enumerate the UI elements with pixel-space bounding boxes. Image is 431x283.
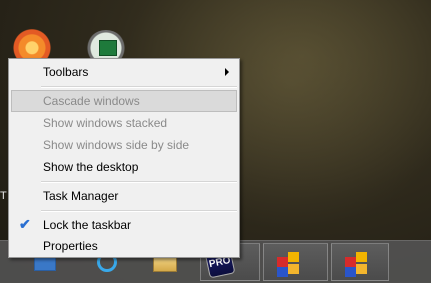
desktop-icon-label: T <box>0 190 7 202</box>
menu-item-label: Show windows stacked <box>43 116 168 130</box>
menu-separator <box>41 210 237 212</box>
menu-item-label: Lock the taskbar <box>43 218 132 232</box>
menu-item-label: Properties <box>43 239 98 253</box>
menu-item-lock-the-taskbar[interactable]: ✔ Lock the taskbar <box>11 214 237 236</box>
submenu-arrow-icon <box>225 68 229 76</box>
office-icon <box>345 252 371 277</box>
office-icon <box>277 252 303 277</box>
menu-item-label: Toolbars <box>43 65 89 79</box>
taskbar-button-office-2[interactable] <box>331 243 389 281</box>
taskbar-context-menu: Toolbars Cascade windows Show windows st… <box>8 58 240 258</box>
menu-item-properties[interactable]: Properties <box>11 235 237 257</box>
menu-item-label: Show the desktop <box>43 160 139 174</box>
menu-item-task-manager[interactable]: Task Manager <box>11 185 237 207</box>
menu-item-label: Show windows side by side <box>43 138 190 152</box>
menu-item-toolbars[interactable]: Toolbars <box>11 61 237 83</box>
taskbar-button-office-1[interactable] <box>263 243 328 281</box>
menu-separator <box>41 181 237 183</box>
menu-separator <box>41 86 237 88</box>
checkmark-icon: ✔ <box>19 216 31 232</box>
menu-item-show-windows-stacked[interactable]: Show windows stacked <box>11 112 237 134</box>
menu-item-label: Task Manager <box>43 189 119 203</box>
menu-item-show-the-desktop[interactable]: Show the desktop <box>11 156 237 178</box>
menu-item-cascade-windows[interactable]: Cascade windows <box>11 90 237 112</box>
menu-item-show-windows-side-by-side[interactable]: Show windows side by side <box>11 134 237 156</box>
menu-item-label: Cascade windows <box>43 94 140 108</box>
